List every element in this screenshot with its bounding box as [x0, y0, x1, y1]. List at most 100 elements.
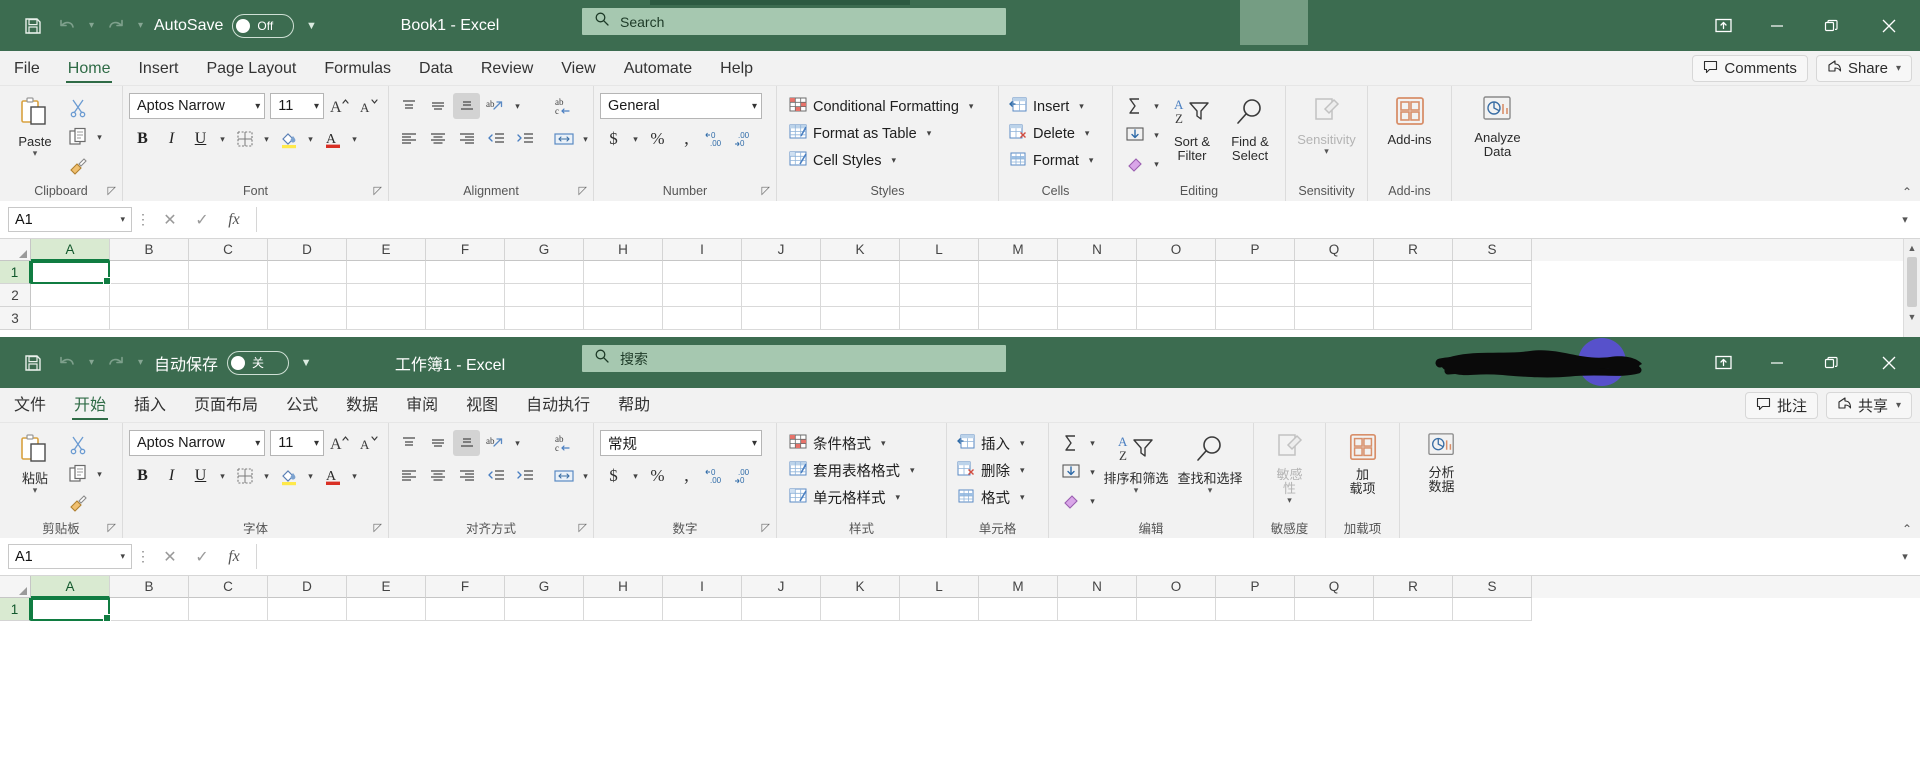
undo-icon[interactable]	[50, 346, 84, 380]
conditional-formatting-button[interactable]: 条件格式 ▾	[789, 430, 919, 457]
column-header-P[interactable]: P	[1216, 576, 1295, 598]
underline-button[interactable]: U	[187, 126, 214, 152]
search-input[interactable]: 搜索	[582, 345, 1006, 372]
align-center-button[interactable]	[424, 463, 451, 489]
decrease-decimal-button[interactable]: .00 0	[731, 463, 758, 489]
cell-G1[interactable]	[505, 598, 584, 621]
column-header-D[interactable]: D	[268, 576, 347, 598]
undo-icon[interactable]	[50, 9, 84, 43]
chevron-down-icon[interactable]: ▾	[969, 101, 974, 112]
column-header-B[interactable]: B	[110, 239, 189, 261]
add-ins-button[interactable]: Add-ins	[1374, 93, 1445, 147]
cell-K2[interactable]	[821, 284, 900, 307]
percent-style-button[interactable]: %	[644, 126, 671, 152]
cell-O3[interactable]	[1137, 307, 1216, 330]
formula-input[interactable]	[256, 544, 1892, 569]
accounting-number-format-button[interactable]: $	[600, 126, 627, 152]
font-name-input[interactable]: Aptos Narrow ▾	[129, 430, 266, 456]
increase-indent-button[interactable]	[511, 126, 538, 152]
close-icon[interactable]	[1858, 337, 1920, 388]
customize-quick-access-toolbar-icon[interactable]: ▼	[289, 346, 323, 380]
tab-data[interactable]: 数据	[332, 389, 392, 422]
cell-O1[interactable]	[1137, 598, 1216, 621]
cell-G3[interactable]	[505, 307, 584, 330]
increase-indent-button[interactable]	[511, 463, 538, 489]
cell-N1[interactable]	[1058, 598, 1137, 621]
cell-I1[interactable]	[663, 598, 742, 621]
cell-D1[interactable]	[268, 261, 347, 284]
number-format-select[interactable]: General ▾	[600, 93, 762, 119]
cell-P1[interactable]	[1216, 261, 1295, 284]
column-header-N[interactable]: N	[1058, 576, 1137, 598]
column-header-F[interactable]: F	[426, 576, 505, 598]
row-header-1[interactable]: 1	[0, 261, 31, 284]
cell-J1[interactable]	[742, 261, 821, 284]
wrap-text-button[interactable]: ab c	[550, 430, 577, 456]
cell-H1[interactable]	[584, 598, 663, 621]
accounting-dropdown-caret-icon[interactable]: ▾	[629, 463, 642, 489]
autosum-button[interactable]	[1057, 430, 1084, 456]
cell-G1[interactable]	[505, 261, 584, 284]
chevron-down-icon[interactable]: ▾	[1896, 400, 1901, 411]
cell-I1[interactable]	[663, 261, 742, 284]
cell-S1[interactable]	[1453, 598, 1532, 621]
enter-icon[interactable]: ✓	[186, 542, 218, 572]
restore-icon[interactable]	[1804, 337, 1858, 388]
bold-button[interactable]: B	[129, 463, 156, 489]
delete-cells-button[interactable]: Delete ▾	[1009, 120, 1097, 147]
cell-S2[interactable]	[1453, 284, 1532, 307]
cell-A2[interactable]	[31, 284, 110, 307]
font-color-dropdown-caret-icon[interactable]: ▾	[348, 126, 361, 152]
scroll-down-icon[interactable]: ▼	[1904, 308, 1920, 325]
increase-decimal-button[interactable]: 0.00	[702, 463, 729, 489]
chevron-down-icon[interactable]: ▾	[910, 465, 915, 476]
format-as-table-button[interactable]: 套用表格格式 ▾	[789, 457, 919, 484]
add-ins-button[interactable]: 加 载项	[1332, 430, 1393, 496]
customize-quick-access-toolbar-icon[interactable]: ▼	[294, 9, 328, 43]
clear-dropdown-caret-icon[interactable]: ▾	[1086, 488, 1099, 514]
chevron-down-icon[interactable]: ▾	[1079, 101, 1084, 112]
increase-decimal-button[interactable]: 0.00	[702, 126, 729, 152]
cell-O1[interactable]	[1137, 261, 1216, 284]
column-header-L[interactable]: L	[900, 576, 979, 598]
chevron-down-icon[interactable]: ▾	[255, 438, 260, 449]
tab-insert[interactable]: 插入	[120, 389, 180, 422]
chevron-down-icon[interactable]: ▾	[892, 155, 897, 166]
tab-home[interactable]: Home	[54, 52, 125, 85]
cell-H3[interactable]	[584, 307, 663, 330]
formula-input[interactable]	[256, 207, 1892, 232]
accounting-dropdown-caret-icon[interactable]: ▾	[629, 126, 642, 152]
chevron-down-icon[interactable]: ▾	[752, 101, 757, 112]
cell-P2[interactable]	[1216, 284, 1295, 307]
vertical-scrollbar[interactable]: ▲ ▼	[1903, 239, 1920, 337]
chevron-down-icon[interactable]: ▾	[1020, 465, 1025, 476]
insert-function-icon[interactable]: fx	[218, 205, 250, 235]
row-header-1[interactable]: 1	[0, 598, 31, 621]
column-header-O[interactable]: O	[1137, 239, 1216, 261]
find-and-select-caret-icon[interactable]: ▾	[1208, 486, 1213, 495]
more-options-icon[interactable]: ⋮	[132, 211, 154, 228]
tab-insert[interactable]: Insert	[124, 52, 192, 85]
cell-L1[interactable]	[900, 598, 979, 621]
column-header-E[interactable]: E	[347, 576, 426, 598]
cell-F1[interactable]	[426, 261, 505, 284]
orientation-button[interactable]: ab	[482, 93, 509, 119]
cell-M3[interactable]	[979, 307, 1058, 330]
column-header-O[interactable]: O	[1137, 576, 1216, 598]
minimize-icon[interactable]	[1750, 337, 1804, 388]
column-header-F[interactable]: F	[426, 239, 505, 261]
cell-H2[interactable]	[584, 284, 663, 307]
comments-button[interactable]: Comments	[1692, 55, 1808, 82]
cell-L1[interactable]	[900, 261, 979, 284]
name-box[interactable]: A1 ▾	[8, 544, 132, 569]
cut-button[interactable]	[64, 432, 91, 458]
copy-dropdown-caret-icon[interactable]: ▾	[93, 124, 106, 150]
cell-E3[interactable]	[347, 307, 426, 330]
increase-font-size-button[interactable]: A	[326, 93, 353, 119]
column-header-H[interactable]: H	[584, 576, 663, 598]
more-options-icon[interactable]: ⋮	[132, 548, 154, 565]
collapse-ribbon-icon[interactable]: ⌃	[1902, 185, 1912, 199]
column-header-S[interactable]: S	[1453, 576, 1532, 598]
merge-and-center-button[interactable]	[550, 463, 577, 489]
column-header-J[interactable]: J	[742, 239, 821, 261]
